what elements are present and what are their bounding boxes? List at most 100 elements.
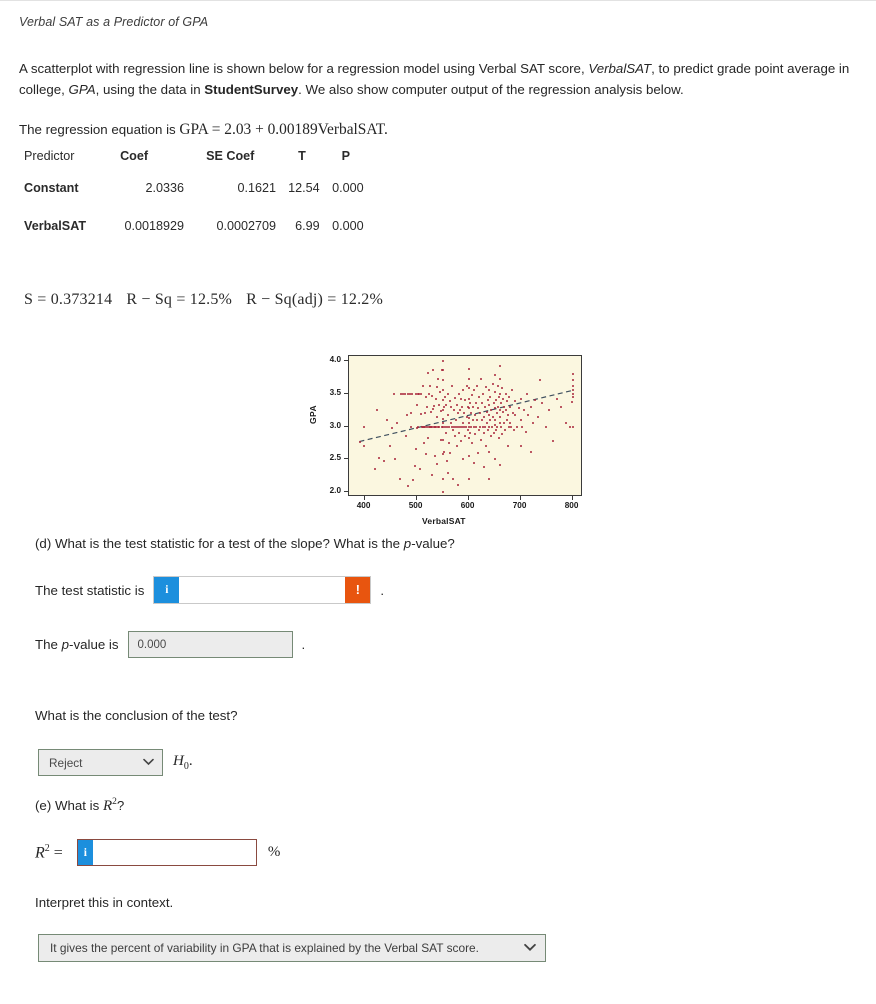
pvalue-field[interactable] [127,631,293,658]
r-squared-answerbox[interactable]: i [76,839,257,866]
info-icon[interactable]: i [77,840,93,865]
pvalue-input[interactable] [128,637,292,652]
data-point [446,471,449,474]
pvalue-row: The p-value is . [35,631,305,658]
table-header-row: Predictor Coef SE Coef T P [24,143,364,169]
data-point [471,418,474,421]
data-point [441,478,444,481]
intro-text-3: , using the data in [95,82,205,97]
test-statistic-label: The test statistic is [35,582,145,598]
row-verbalsat-p: 0.000 [332,219,364,233]
question-e-prompt: (e) What is R2? [35,797,124,815]
row-verbalsat-t: 6.99 [295,219,320,233]
conclusion-dropdown[interactable]: Reject [38,749,163,776]
data-point [358,440,361,443]
data-point [571,425,574,428]
chart-y-tick-label: 4.0 [329,354,341,364]
data-point [569,425,571,428]
data-point [459,397,462,400]
data-point [525,392,528,395]
data-point [470,425,473,428]
data-point [488,418,491,421]
data-point [530,405,532,408]
regression-output-table: Predictor Coef SE Coef T P Constant 2.03… [24,143,364,245]
interpret-prompt: Interpret this in context. [35,895,174,910]
data-point [498,409,501,412]
data-point [374,467,376,470]
data-point [443,450,446,453]
data-point [530,450,532,453]
r-squared-input[interactable] [92,840,256,865]
data-point [571,389,574,392]
null-hypothesis-label: H0. [173,753,193,772]
info-icon[interactable]: i [154,577,180,603]
stat-rsq-adj: R − Sq(adj) = 12.2% [246,291,384,308]
data-point [524,430,527,433]
data-point [509,425,512,428]
data-point [404,392,407,395]
data-point [480,438,483,441]
h0-symbol: H [173,753,184,769]
scatterplot-chart: GPA VerbalSAT 4.0 3.5 3.0 2.5 2.0 400 500 600 7… [304,348,592,526]
data-point [363,425,366,428]
data-point [392,393,395,396]
data-point [508,395,511,398]
page-top-divider [0,0,876,1]
data-point [441,417,444,420]
data-point [556,397,558,400]
data-point [571,372,574,375]
page-title: Verbal SAT as a Predictor of GPA [19,15,209,29]
data-point [427,392,430,395]
question-e-r-symbol: R2 [103,797,117,814]
interpret-dropdown[interactable]: It gives the percent of variability in G… [38,934,546,962]
data-point [428,384,431,387]
question-e-text-2: ? [116,798,125,813]
data-point [560,405,563,408]
chart-x-tick-label: 700 [512,501,527,510]
pvalue-period: . [301,637,306,652]
conclusion-row: Reject H0. [38,749,193,776]
chart-y-tick-label: 3.5 [329,387,341,397]
data-point [492,415,495,418]
data-point [571,392,574,395]
pvalue-label-text-1: The [35,637,62,652]
data-point [447,441,450,444]
data-point [458,409,461,412]
data-point [498,364,501,367]
row-constant-label: Constant [24,181,79,195]
chart-y-tick-label: 2.5 [329,453,341,463]
test-statistic-period: . [380,582,385,598]
question-d-text-1: (d) What is the test statistic for a tes… [35,536,404,551]
chart-x-tick-label: 600 [460,501,475,510]
table-row: Constant 2.0336 0.1621 12.54 0.000 [24,169,364,207]
data-point [521,425,524,428]
data-point [455,403,458,406]
data-point [509,405,512,408]
data-point [484,425,487,428]
chart-y-tick-label: 3.0 [329,420,341,430]
data-point [504,409,507,412]
data-point [519,397,522,400]
data-point [426,372,429,375]
data-point [467,455,470,458]
data-point [482,432,485,435]
chart-x-tick-label: 500 [408,501,423,510]
data-point [443,395,446,398]
header-t: T [298,149,306,163]
data-point [571,384,574,387]
test-statistic-answerbox[interactable]: i ! [153,576,372,604]
intro-text-4: . We also show computer output of the re… [298,82,684,97]
model-fit-statistics: S = 0.373214 R − Sq = 12.5% R − Sq(adj) = … [24,291,383,309]
table-row: VerbalSAT 0.0018929 0.0002709 6.99 0.000 [24,207,364,245]
header-predictor: Predictor [24,149,75,163]
data-point [491,425,493,428]
conclusion-dropdown-value: Reject [49,755,83,770]
error-icon[interactable]: ! [345,577,371,603]
r-squared-r: R [35,844,45,862]
data-point [517,407,520,410]
test-statistic-input[interactable] [179,577,346,603]
data-point [441,389,444,392]
data-point [415,447,418,450]
data-point [467,397,470,400]
data-point [519,418,522,421]
